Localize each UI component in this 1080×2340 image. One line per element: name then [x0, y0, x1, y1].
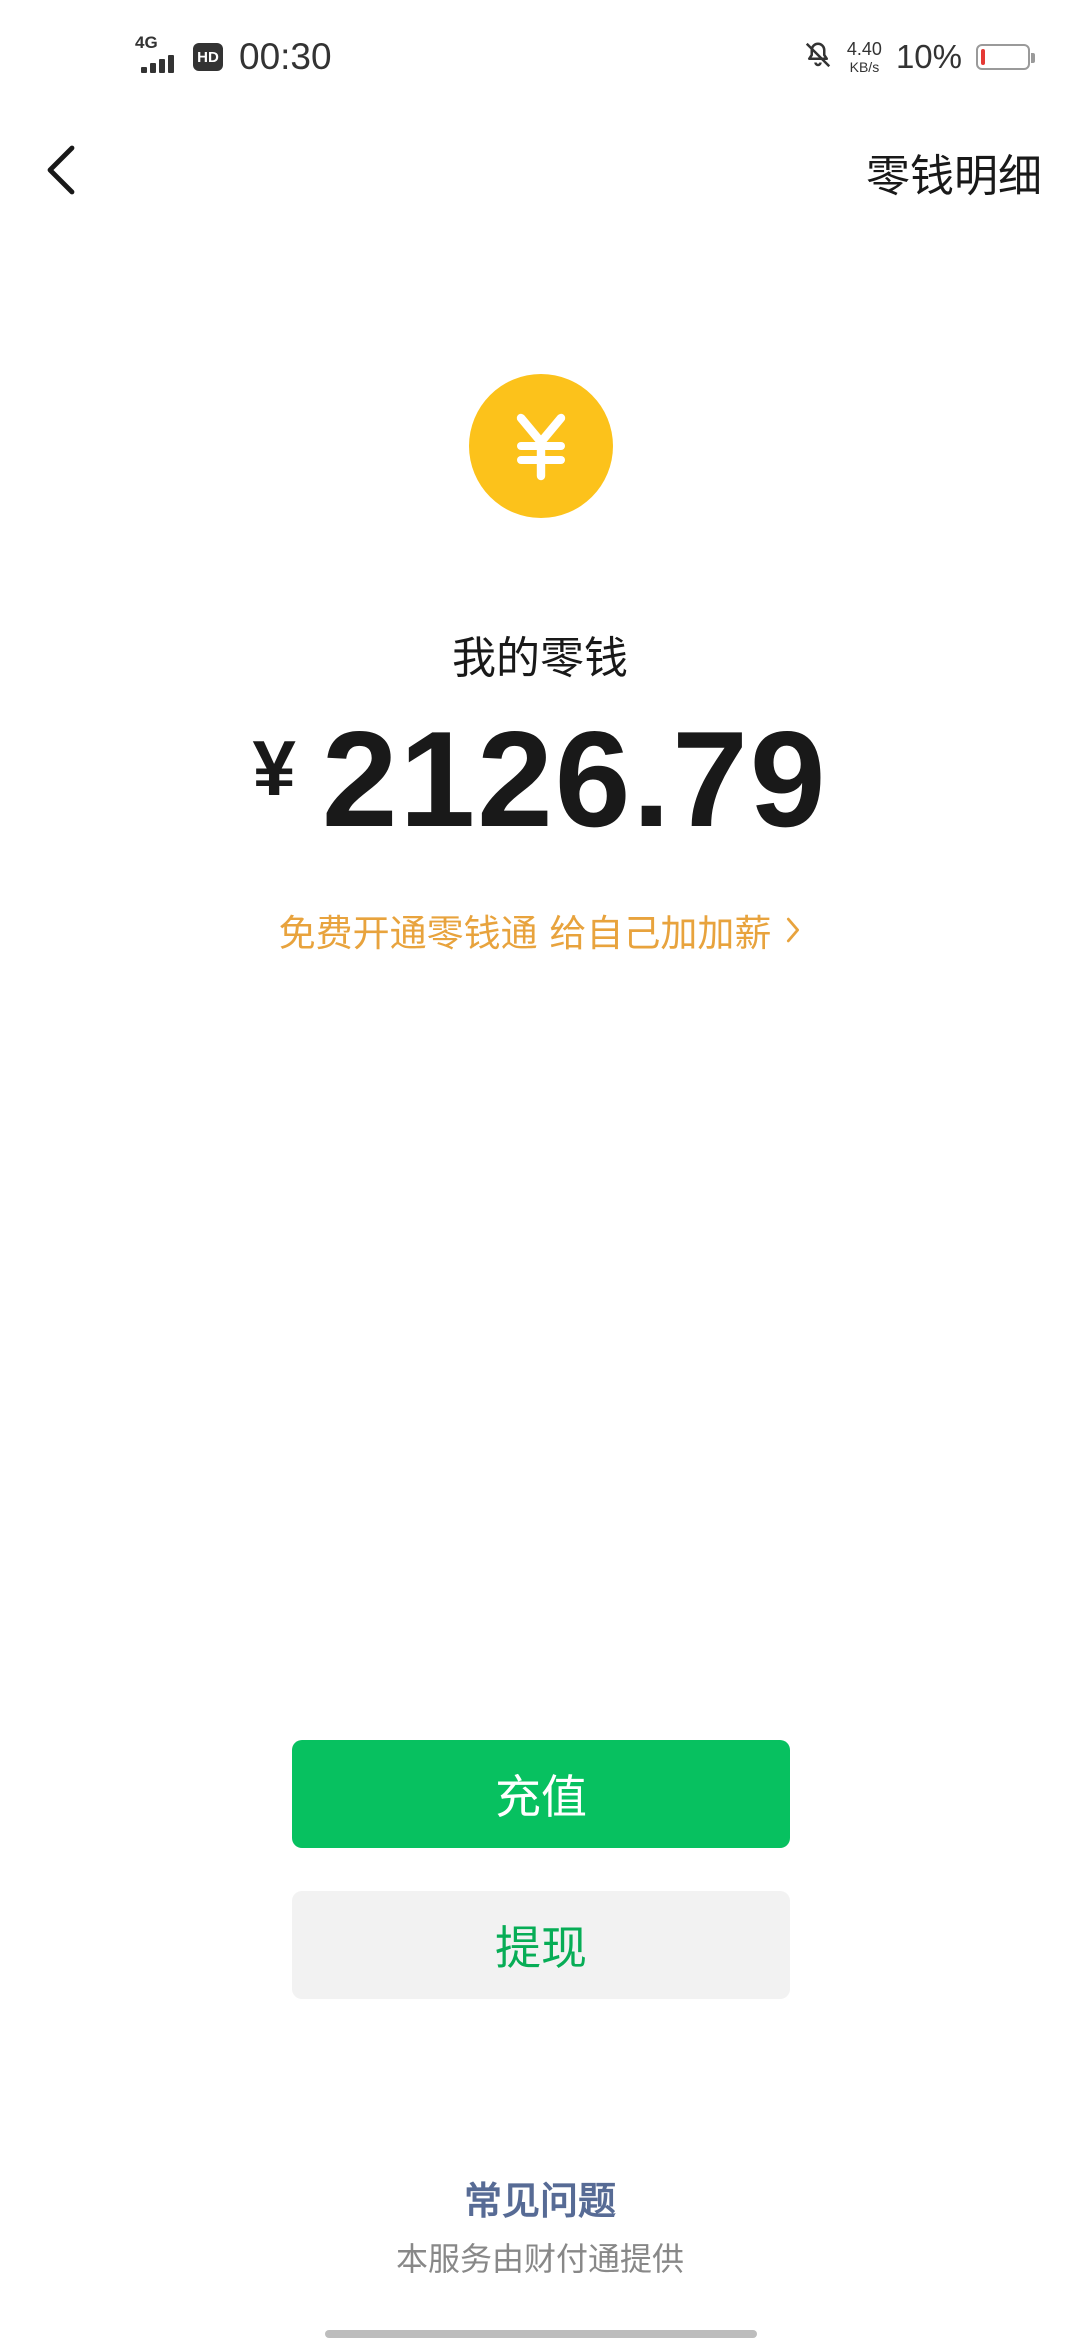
balance-amount: 2126.79 — [321, 703, 828, 855]
nav-bar: 零钱明细 — [0, 120, 1080, 220]
wallet-page: 4G HD 00:30 4.40 KB/s 10% 零钱明细 我的零钱 ¥ 21… — [0, 0, 1080, 2340]
back-button[interactable] — [30, 138, 94, 202]
yuan-coin-icon — [469, 374, 613, 518]
provider-note: 本服务由财付通提供 — [395, 2240, 684, 2278]
home-indicator[interactable] — [325, 2330, 757, 2338]
bell-off-icon — [803, 40, 833, 74]
chevron-right-icon — [785, 916, 801, 944]
promo-link[interactable]: 免费开通零钱通 给自己加加薪 — [0, 903, 1080, 957]
battery-level — [981, 49, 985, 65]
status-right: 4.40 KB/s 10% — [803, 38, 1035, 76]
faq-link[interactable]: 常见问题 — [0, 2170, 1080, 2225]
balance-display: ¥ 2126.79 — [0, 703, 1080, 855]
status-time: 00:30 — [239, 36, 332, 77]
battery-icon — [976, 44, 1035, 70]
status-bar: 4G HD 00:30 4.40 KB/s 10% — [0, 0, 1080, 120]
status-left: 4G HD 00:30 — [135, 33, 332, 78]
detail-link[interactable]: 零钱明细 — [866, 140, 1042, 204]
chevron-left-icon — [47, 145, 75, 195]
withdraw-button[interactable]: 提现 — [292, 1891, 790, 1999]
currency-symbol: ¥ — [252, 724, 296, 812]
wallet-label: 我的零钱 — [452, 633, 628, 684]
network-type: 4G — [135, 33, 158, 52]
hd-icon: HD — [193, 43, 223, 71]
network-speed: 4.40 KB/s — [846, 39, 882, 75]
battery-percent: 10% — [895, 38, 962, 75]
promo-text: 免费开通零钱通 给自己加加薪 — [278, 912, 772, 955]
signal-icon: 4G — [135, 33, 183, 77]
recharge-button[interactable]: 充值 — [292, 1740, 790, 1848]
